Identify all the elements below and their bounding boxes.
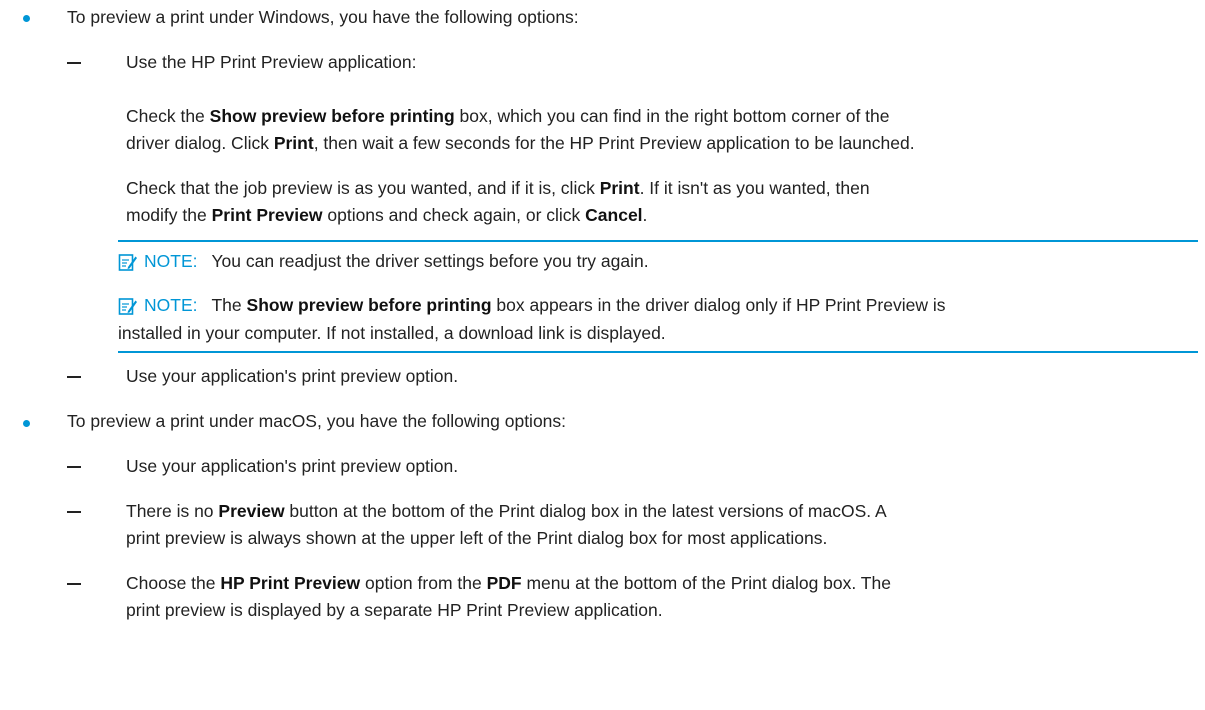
macos-app-option: Use your application's print preview opt… bbox=[126, 456, 459, 476]
windows-intro: To preview a print under Windows, you ha… bbox=[67, 7, 579, 27]
bold-term: Show preview before printing bbox=[246, 295, 492, 315]
bold-term: Print Preview bbox=[211, 205, 323, 225]
bold-term: HP Print Preview bbox=[220, 573, 361, 593]
macos-item2-line2: print preview is always shown at the upp… bbox=[126, 528, 828, 548]
dash-marker bbox=[67, 583, 81, 585]
para1-line1: Check the Show preview before printing b… bbox=[126, 106, 890, 126]
bullet-dot bbox=[23, 15, 30, 22]
bold-term: Show preview before printing bbox=[209, 106, 455, 126]
para2-line1: Check that the job preview is as you wan… bbox=[126, 178, 870, 198]
note1-text: NOTE: You can readjust the driver setting… bbox=[144, 251, 649, 271]
para2-line2: modify the Print Preview options and che… bbox=[126, 205, 648, 225]
note-top-rule bbox=[118, 240, 1198, 242]
hp-preview-item: Use the HP Print Preview application: bbox=[126, 52, 417, 72]
dash-marker bbox=[67, 466, 81, 468]
bold-term: Print bbox=[273, 133, 314, 153]
macos-item3-line1: Choose the HP Print Preview option from … bbox=[126, 573, 891, 593]
windows-app-option: Use your application's print preview opt… bbox=[126, 366, 459, 386]
para1-line2: driver dialog. Click Print, then wait a … bbox=[126, 133, 915, 153]
macos-intro: To preview a print under macOS, you have… bbox=[67, 411, 567, 431]
note2-line2: installed in your computer. If not insta… bbox=[118, 323, 666, 343]
bold-term: Print bbox=[599, 178, 640, 198]
macos-item2-line1: There is no Preview button at the bottom… bbox=[126, 501, 887, 521]
macos-item3-line2: print preview is displayed by a separate… bbox=[126, 600, 663, 620]
note-label: NOTE: bbox=[144, 251, 198, 271]
note-pencil-icon bbox=[118, 252, 138, 272]
bold-term: Cancel bbox=[585, 205, 643, 225]
note-pencil-icon bbox=[118, 296, 138, 316]
note-bottom-rule bbox=[118, 351, 1198, 353]
bold-term: Preview bbox=[218, 501, 285, 521]
bold-term: PDF bbox=[486, 573, 522, 593]
note2-line1: NOTE: The Show preview before printing bo… bbox=[144, 295, 946, 315]
dash-marker bbox=[67, 511, 81, 513]
dash-marker bbox=[67, 62, 81, 64]
dash-marker bbox=[67, 376, 81, 378]
bullet-dot bbox=[23, 420, 30, 427]
note-label: NOTE: bbox=[144, 295, 198, 315]
